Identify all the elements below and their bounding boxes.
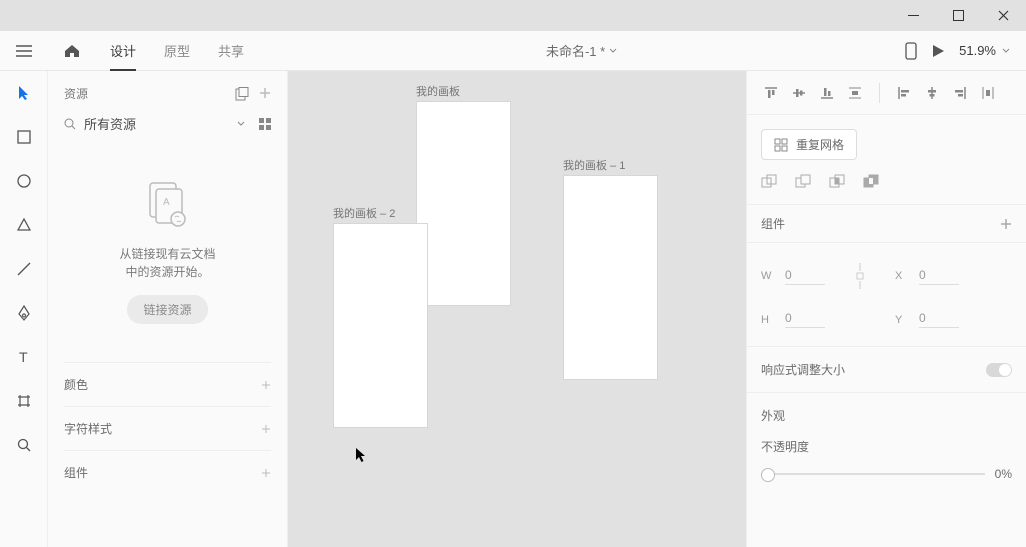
bool-intersect[interactable] (829, 174, 845, 190)
chevron-down-icon (609, 48, 617, 53)
align-right[interactable] (948, 81, 972, 105)
chevron-down-icon (237, 121, 245, 126)
lock-icon[interactable] (855, 261, 865, 291)
appearance-title: 外观 (761, 407, 1012, 424)
appearance-section: 外观 不透明度 0% (747, 393, 1026, 495)
align-left[interactable] (892, 81, 916, 105)
section-charstyles[interactable]: 字符样式 (64, 406, 271, 450)
zoom-dropdown[interactable]: 51.9% (959, 43, 1010, 58)
document-title[interactable]: 未命名-1 * (258, 41, 905, 60)
y-field[interactable]: Y0 (895, 311, 959, 328)
align-top[interactable] (759, 81, 783, 105)
section-colors[interactable]: 颜色 (64, 362, 271, 406)
asset-filter[interactable]: 所有资源 (64, 114, 271, 133)
tab-share[interactable]: 共享 (204, 31, 258, 71)
opacity-label: 不透明度 (761, 438, 1012, 455)
components-section: 组件 (747, 205, 1026, 243)
align-bottom[interactable] (815, 81, 839, 105)
artboard[interactable] (416, 101, 511, 306)
window-close[interactable] (981, 0, 1026, 31)
repeat-grid-button[interactable]: 重复网格 (761, 129, 857, 160)
tab-design[interactable]: 设计 (96, 31, 150, 71)
grid-view-toggle[interactable] (259, 118, 271, 130)
distribute-v[interactable] (843, 81, 867, 105)
width-field[interactable]: W0 (761, 261, 825, 291)
assets-panel: 资源 所有资源 A 从链接现有云文档中的资源开始。 链接资源 颜色 字符样式 组… (48, 71, 288, 547)
ellipse-tool[interactable] (14, 171, 34, 191)
device-preview-button[interactable] (905, 42, 917, 60)
responsive-resize-row: 响应式调整大小 (747, 347, 1026, 393)
artboard-label[interactable]: 我的画板 – 2 (333, 205, 395, 221)
play-button[interactable] (931, 44, 945, 58)
hamburger-menu[interactable] (0, 31, 48, 71)
bool-subtract[interactable] (795, 174, 811, 190)
polygon-tool[interactable] (14, 215, 34, 235)
tool-rail: T (0, 71, 48, 547)
text-tool[interactable]: T (14, 347, 34, 367)
zoom-value: 51.9% (959, 43, 996, 58)
properties-panel: 重复网格 组件 W0 X0 H0 Y0 (746, 71, 1026, 547)
asset-filter-label: 所有资源 (84, 114, 229, 133)
svg-text:T: T (19, 350, 28, 364)
distribute-h[interactable] (976, 81, 1000, 105)
add-component-button[interactable] (1000, 218, 1012, 230)
line-tool[interactable] (14, 259, 34, 279)
link-assets-button[interactable]: 链接资源 (127, 295, 207, 324)
section-components[interactable]: 组件 (64, 450, 271, 494)
assets-panel-title: 资源 (64, 85, 88, 102)
transform-section: W0 X0 H0 Y0 (747, 243, 1026, 347)
bool-union[interactable] (761, 174, 777, 190)
artboard[interactable] (333, 223, 428, 428)
bool-exclude[interactable] (863, 174, 879, 190)
align-hcenter[interactable] (920, 81, 944, 105)
opacity-slider[interactable] (761, 473, 985, 475)
topbar: 设计 原型 共享 未命名-1 * 51.9% (0, 31, 1026, 71)
chevron-down-icon (1002, 48, 1010, 53)
grid-icon (774, 138, 788, 152)
search-icon (64, 118, 76, 130)
svg-text:A: A (163, 197, 170, 208)
canvas[interactable]: 我的画板 我的画板 – 1 我的画板 – 2 (288, 71, 746, 547)
rectangle-tool[interactable] (14, 127, 34, 147)
artboard-label[interactable]: 我的画板 – 1 (563, 157, 625, 173)
height-field[interactable]: H0 (761, 311, 825, 328)
zoom-tool[interactable] (14, 435, 34, 455)
cursor-icon (355, 447, 367, 463)
opacity-value: 0% (995, 467, 1012, 481)
document-title-text: 未命名-1 * (546, 41, 605, 60)
home-button[interactable] (48, 31, 96, 71)
select-tool[interactable] (14, 83, 34, 103)
pen-tool[interactable] (14, 303, 34, 323)
tab-prototype[interactable]: 原型 (150, 31, 204, 71)
assets-empty-state: A 从链接现有云文档中的资源开始。 链接资源 (64, 153, 271, 344)
responsive-toggle[interactable] (986, 363, 1012, 377)
artboard[interactable] (563, 175, 658, 380)
align-row (747, 71, 1026, 115)
linked-doc-icon: A (140, 177, 196, 233)
window-minimize[interactable] (891, 0, 936, 31)
window-maximize[interactable] (936, 0, 981, 31)
window-titlebar (0, 0, 1026, 31)
library-icon[interactable] (235, 87, 249, 101)
align-vcenter[interactable] (787, 81, 811, 105)
x-field[interactable]: X0 (895, 261, 959, 291)
add-icon[interactable] (259, 87, 271, 101)
artboard-tool[interactable] (14, 391, 34, 411)
artboard-label[interactable]: 我的画板 (416, 83, 460, 99)
